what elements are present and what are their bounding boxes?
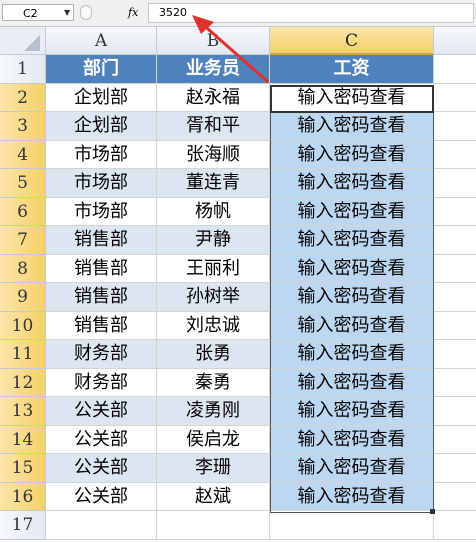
annotation-arrow-line (199, 20, 269, 84)
annotation-arrow (192, 15, 269, 84)
